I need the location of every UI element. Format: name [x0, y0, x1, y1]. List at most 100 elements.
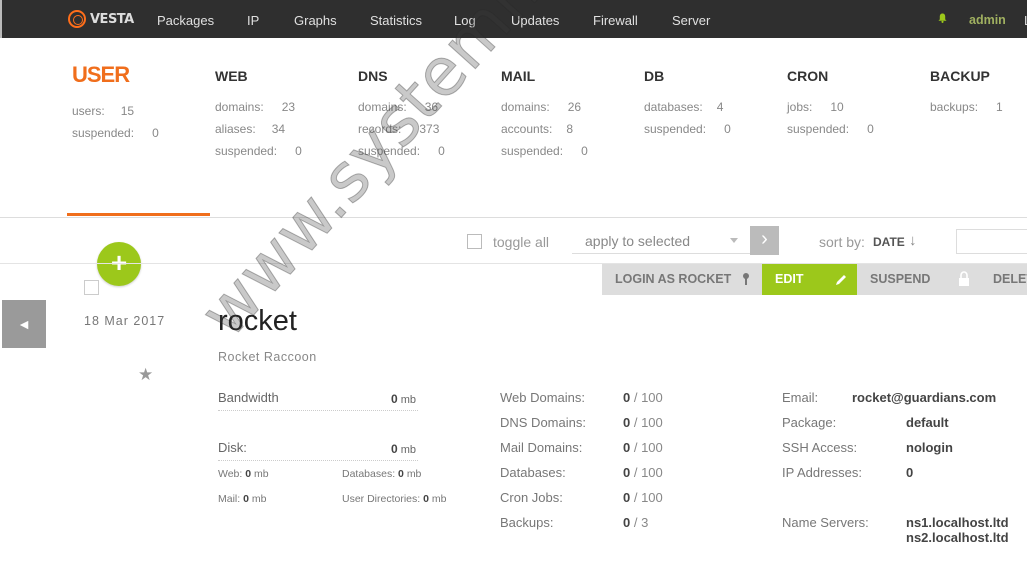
notifications-bell-icon[interactable]: [938, 13, 947, 23]
stat-key: suspended:: [787, 122, 850, 136]
collapse-arrow-icon[interactable]: ◄: [2, 300, 46, 348]
package-label: Package:: [782, 415, 837, 430]
disk-web-value: 0: [245, 468, 252, 480]
stat-value: 8: [566, 122, 574, 136]
stat-row: aliases: 34: [215, 118, 302, 140]
stat-value: 23: [281, 100, 296, 114]
stat-mail[interactable]: MAIL domains: 26 accounts: 8 suspended: 0: [501, 62, 588, 162]
delete-label: DELETE: [993, 272, 1027, 286]
stat-user[interactable]: USER users: 15 suspended: 0: [72, 62, 159, 144]
stat-value: 15: [120, 104, 135, 118]
stat-key: suspended:: [358, 144, 421, 158]
user-menu-admin[interactable]: admin: [969, 13, 1006, 27]
delete-button[interactable]: DELETE: [980, 264, 1027, 295]
disk-bar: [218, 460, 418, 461]
add-user-button[interactable]: +: [97, 242, 141, 286]
disk-mail: Mail: 0 mb: [218, 493, 266, 505]
top-navbar: VESTA Packages IP Graphs Statistics Log …: [0, 0, 1027, 38]
disk-user-dirs: User Directories: 0 mb: [342, 493, 446, 505]
limit-label: Databases:: [500, 465, 566, 480]
sort-by-date[interactable]: DATE: [873, 235, 905, 249]
stat-value: 0: [438, 144, 445, 158]
apply-go-button[interactable]: ›: [750, 226, 779, 255]
stat-mail-title: MAIL: [501, 68, 536, 84]
stat-value: 10: [830, 100, 844, 114]
disk-unit: mb: [400, 444, 417, 456]
stat-cron[interactable]: CRON jobs: 10 suspended: 0: [787, 62, 874, 140]
nav-log[interactable]: Log: [454, 13, 476, 28]
stat-key: jobs:: [787, 100, 813, 114]
disk-number: 0: [391, 442, 398, 456]
divider: [0, 217, 1027, 218]
stat-row: accounts: 8: [501, 118, 588, 140]
stat-value: 0: [867, 122, 874, 136]
star-icon[interactable]: ★: [138, 365, 153, 385]
nav-statistics[interactable]: Statistics: [370, 13, 422, 28]
bandwidth-number: 0: [391, 392, 398, 406]
stat-key: databases:: [644, 100, 703, 114]
suspend-label: SUSPEND: [870, 272, 931, 286]
stat-backup-title: BACKUP: [930, 68, 990, 84]
stat-key: backups:: [930, 100, 979, 114]
nav-server[interactable]: Server: [672, 13, 710, 28]
row-select-checkbox[interactable]: [84, 280, 99, 295]
bandwidth-bar: [218, 410, 418, 411]
stat-web-title: WEB: [215, 68, 248, 84]
ssh-access-value: nologin: [906, 440, 953, 455]
limit-label: Backups:: [500, 515, 554, 530]
nav-firewall[interactable]: Firewall: [593, 13, 638, 28]
stat-value: 4: [716, 100, 724, 114]
stat-row: suspended: 0: [787, 118, 874, 140]
disk-user-dirs-value: 0: [423, 493, 429, 505]
limit-max: / 100: [630, 440, 663, 455]
login-as-button[interactable]: LOGIN AS ROCKET: [602, 264, 762, 295]
limit-value: 0 / 100: [623, 440, 663, 455]
stat-row: databases: 4: [644, 96, 731, 118]
stat-value: 0: [295, 144, 302, 158]
disk-databases-label: Databases:: [342, 468, 396, 480]
package-value: default: [906, 415, 949, 430]
suspend-button[interactable]: SUSPEND: [857, 264, 980, 295]
stat-key: users:: [72, 104, 105, 118]
toggle-all-label[interactable]: toggle all: [493, 234, 549, 250]
nav-packages[interactable]: Packages: [157, 13, 214, 28]
stat-db[interactable]: DB databases: 4 suspended: 0: [644, 62, 731, 140]
limit-max: / 100: [630, 415, 663, 430]
limit-max: / 100: [630, 390, 663, 405]
stat-key: records:: [358, 122, 402, 136]
limit-max: / 100: [630, 490, 663, 505]
login-as-label: LOGIN AS ROCKET: [615, 272, 732, 286]
search-input[interactable]: [956, 229, 1027, 254]
vesta-logo-icon: [68, 10, 86, 28]
vesta-logo[interactable]: VESTA: [68, 10, 134, 28]
stat-row: suspended: 0: [358, 140, 445, 162]
stat-value: 26: [567, 100, 582, 114]
sort-label: sort by:: [819, 234, 865, 250]
disk-value: 0 mb: [391, 442, 416, 456]
stat-dns[interactable]: DNS domains: 36 records: 373 suspended: 0: [358, 62, 445, 162]
ip-addresses-value: 0: [906, 465, 914, 480]
nav-graphs[interactable]: Graphs: [294, 13, 337, 28]
record-date: 18 Mar 2017: [84, 314, 166, 328]
stat-row: backups: 1: [930, 96, 1003, 118]
edit-button[interactable]: EDIT: [762, 264, 857, 295]
apply-to-selected-select[interactable]: apply to selected: [572, 228, 750, 254]
stat-web[interactable]: WEB domains: 23 aliases: 34 suspended: 0: [215, 62, 302, 162]
stat-key: suspended:: [72, 126, 135, 140]
nav-ip[interactable]: IP: [247, 13, 259, 28]
toggle-all-checkbox[interactable]: [467, 234, 482, 249]
stat-backup[interactable]: BACKUP backups: 1: [930, 62, 1003, 118]
sort-direction-arrow-icon[interactable]: ↓: [909, 232, 917, 249]
stat-key: accounts:: [501, 122, 553, 136]
stat-row: domains: 23: [215, 96, 302, 118]
limit-value: 0 / 100: [623, 415, 663, 430]
stat-value: 34: [271, 122, 286, 136]
stat-key: aliases:: [215, 122, 256, 136]
nav-updates[interactable]: Updates: [511, 13, 559, 28]
limit-label: Mail Domains:: [500, 440, 583, 455]
disk-mail-unit: mb: [251, 493, 267, 505]
record-fullname: Rocket Raccoon: [218, 350, 317, 364]
stat-key: suspended:: [215, 144, 278, 158]
disk-web-unit: mb: [254, 468, 269, 480]
limit-value: 0 / 3: [623, 515, 648, 530]
